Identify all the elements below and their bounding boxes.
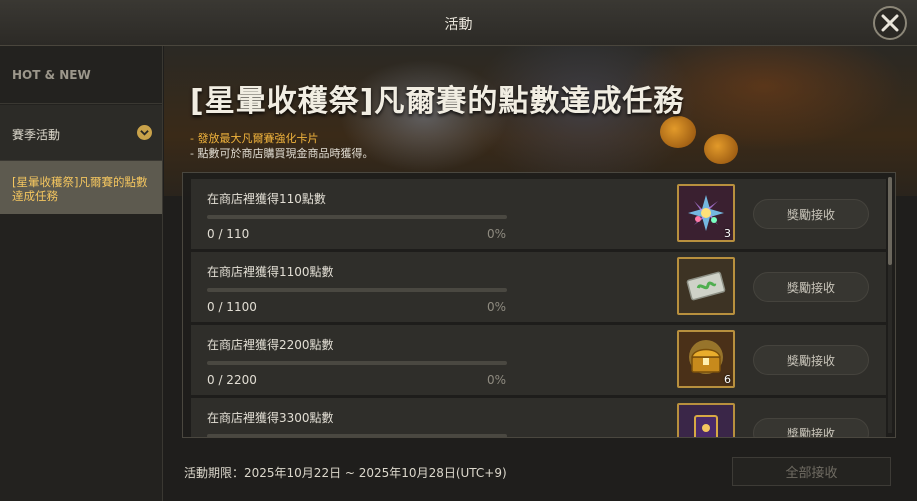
progress-text: 0 / 1100 — [207, 300, 257, 314]
claim-reward-button[interactable]: 獎勵接收 — [753, 272, 869, 302]
mission-list[interactable]: 在商店裡獲得110點數 0 / 110 0% 3 獎勵接收 在商店裡獲得1100… — [182, 172, 896, 438]
event-window: 活動 HOT & NEW 賽季活動 [星暈收穫祭]凡爾賽的點數達成任務 [星暈收… — [0, 0, 917, 501]
progress-text: 0 / 2200 — [207, 373, 257, 387]
sidebar-item-label: HOT & NEW — [12, 68, 91, 82]
event-period: 活動期限：2025年10月22日 ~ 2025年10月28日(UTC+9) — [184, 466, 507, 480]
event-description: - 發放最大凡爾賽強化卡片 - 點數可於商店購買現金商品時獲得。 — [190, 131, 373, 161]
mission-name: 在商店裡獲得1100點數 — [207, 265, 334, 279]
crystal-flower-icon — [688, 195, 724, 231]
mission-name: 在商店裡獲得110點數 — [207, 192, 326, 206]
progress-bar — [207, 215, 507, 219]
sidebar-item-hot-new[interactable]: HOT & NEW — [0, 46, 162, 104]
reward-quantity: 6 — [724, 373, 731, 386]
progress-bar — [207, 434, 507, 437]
scrollbar-thumb[interactable] — [888, 177, 892, 265]
window-title: 活動 — [444, 17, 473, 33]
sidebar-item-label: [星暈收穫祭]凡爾賽的點數達成任務 — [12, 175, 148, 203]
progress-percent: 0% — [487, 227, 507, 241]
pumpkin-decoration — [660, 116, 696, 148]
reward-item[interactable]: 3 — [677, 184, 735, 242]
progress-text: 0 / 110 — [207, 227, 250, 241]
reward-quantity: 3 — [724, 227, 731, 240]
claim-reward-button[interactable]: 獎勵接收 — [753, 345, 869, 375]
card-icon — [694, 415, 718, 437]
mission-row: 在商店裡獲得3300點數 獎勵接收 — [191, 398, 886, 437]
pumpkin-decoration — [704, 134, 738, 164]
reward-item[interactable] — [677, 403, 735, 437]
mission-name: 在商店裡獲得2200點數 — [207, 338, 334, 352]
claim-all-button[interactable]: 全部接收 — [732, 457, 891, 486]
claim-reward-button[interactable]: 獎勵接收 — [753, 199, 869, 229]
mission-row: 在商店裡獲得110點數 0 / 110 0% 3 獎勵接收 — [191, 179, 886, 249]
mission-name: 在商店裡獲得3300點數 — [207, 411, 334, 425]
chevron-down-icon — [137, 125, 152, 140]
main-panel: [星暈收穫祭]凡爾賽的點數達成任務 - 發放最大凡爾賽強化卡片 - 點數可於商店… — [164, 46, 917, 501]
close-button[interactable] — [873, 6, 907, 40]
progress-percent: 0% — [487, 373, 507, 387]
progress-percent: 0% — [487, 300, 507, 314]
reward-item[interactable] — [677, 257, 735, 315]
claim-reward-button[interactable]: 獎勵接收 — [753, 418, 869, 437]
treasure-chest-icon — [689, 340, 723, 374]
sidebar: HOT & NEW 賽季活動 [星暈收穫祭]凡爾賽的點數達成任務 — [0, 46, 163, 501]
description-line: - 發放最大凡爾賽強化卡片 — [190, 132, 319, 145]
mission-row: 在商店裡獲得2200點數 0 / 2200 0% 6 獎勵接收 — [191, 325, 886, 395]
description-line: - 點數可於商店購買現金商品時獲得。 — [190, 147, 374, 160]
ticket-icon — [686, 271, 726, 301]
title-bar: 活動 — [0, 0, 917, 46]
mission-row: 在商店裡獲得1100點數 0 / 1100 0% 獎勵接收 — [191, 252, 886, 322]
page-title: [星暈收穫祭]凡爾賽的點數達成任務 — [190, 84, 685, 119]
reward-item[interactable]: 6 — [677, 330, 735, 388]
progress-bar — [207, 361, 507, 365]
progress-bar — [207, 288, 507, 292]
sidebar-item-points-mission[interactable]: [星暈收穫祭]凡爾賽的點數達成任務 — [0, 161, 162, 214]
close-icon — [881, 14, 899, 32]
sidebar-item-season-events[interactable]: 賽季活動 — [0, 105, 162, 161]
sidebar-item-label: 賽季活動 — [12, 128, 61, 142]
